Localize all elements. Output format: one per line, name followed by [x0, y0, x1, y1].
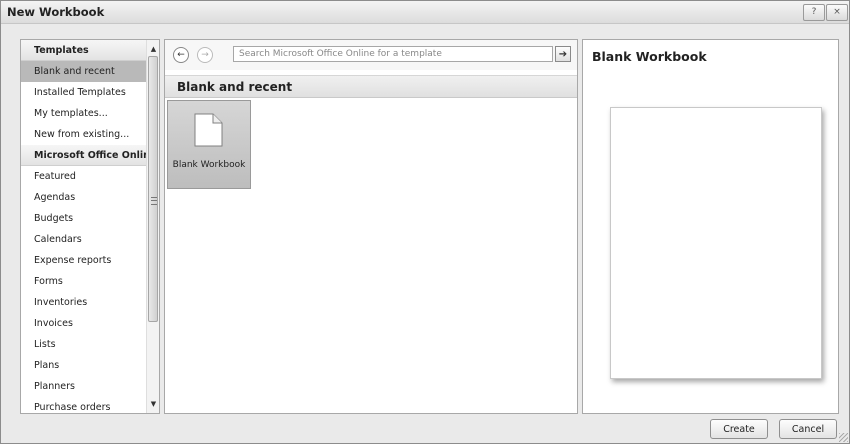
- scroll-up-icon[interactable]: ▲: [149, 44, 158, 54]
- dialog-title: New Workbook: [7, 5, 105, 19]
- section-title: Blank and recent: [177, 80, 293, 94]
- category-item-my-templates[interactable]: My templates...: [21, 103, 146, 124]
- workbook-preview: [610, 107, 822, 379]
- category-item-budgets[interactable]: Budgets: [21, 208, 146, 229]
- category-item-blank-and-recent[interactable]: Blank and recent: [21, 61, 146, 82]
- category-item-plans[interactable]: Plans: [21, 355, 146, 376]
- category-item-forms[interactable]: Forms: [21, 271, 146, 292]
- category-header-templates: Templates: [21, 40, 146, 61]
- category-item-new-from-existing[interactable]: New from existing...: [21, 124, 146, 145]
- scroll-down-icon[interactable]: ▼: [149, 399, 158, 409]
- resize-grip-icon[interactable]: [839, 433, 848, 442]
- search-go-icon[interactable]: ➔: [555, 46, 571, 62]
- back-icon[interactable]: ←: [173, 47, 189, 63]
- category-item-installed-templates[interactable]: Installed Templates: [21, 82, 146, 103]
- category-item-expense-reports[interactable]: Expense reports: [21, 250, 146, 271]
- category-item-inventories[interactable]: Inventories: [21, 292, 146, 313]
- tile-label: Blank Workbook: [172, 160, 246, 170]
- close-icon[interactable]: ×: [826, 4, 848, 21]
- category-item-invoices[interactable]: Invoices: [21, 313, 146, 334]
- category-item-planners[interactable]: Planners: [21, 376, 146, 397]
- preview-pane: Blank Workbook: [582, 39, 839, 414]
- navigation-row: ← → Search Microsoft Office Online for a…: [165, 40, 577, 70]
- category-item-agendas[interactable]: Agendas: [21, 187, 146, 208]
- template-categories-pane: Templates Blank and recent Installed Templ…: [20, 39, 160, 414]
- cancel-button[interactable]: Cancel: [779, 419, 837, 439]
- category-item-featured[interactable]: Featured: [21, 166, 146, 187]
- category-header-microsoft-office-online: Microsoft Office Online: [21, 145, 156, 166]
- grip-icon: [151, 197, 157, 205]
- document-icon: [194, 113, 223, 147]
- blank-workbook-tile[interactable]: Blank Workbook: [167, 100, 251, 189]
- title-bar[interactable]: New Workbook ? ×: [1, 1, 849, 24]
- help-icon[interactable]: ?: [803, 4, 825, 21]
- new-workbook-dialog: New Workbook ? × Templates Blank and rece…: [0, 0, 850, 444]
- category-list: Templates Blank and recent Installed Templ…: [21, 40, 156, 413]
- forward-icon[interactable]: →: [197, 47, 213, 63]
- category-scrollbar[interactable]: ▲ ▼: [146, 40, 159, 413]
- scroll-thumb[interactable]: [148, 56, 158, 322]
- create-button[interactable]: Create: [710, 419, 768, 439]
- category-item-calendars[interactable]: Calendars: [21, 229, 146, 250]
- template-search-input[interactable]: Search Microsoft Office Online for a tem…: [233, 46, 553, 62]
- section-header: Blank and recent: [165, 75, 577, 98]
- category-item-lists[interactable]: Lists: [21, 334, 146, 355]
- category-item-purchase-orders[interactable]: Purchase orders: [21, 397, 146, 413]
- preview-title: Blank Workbook: [592, 49, 707, 64]
- template-gallery-pane: ← → Search Microsoft Office Online for a…: [164, 39, 578, 414]
